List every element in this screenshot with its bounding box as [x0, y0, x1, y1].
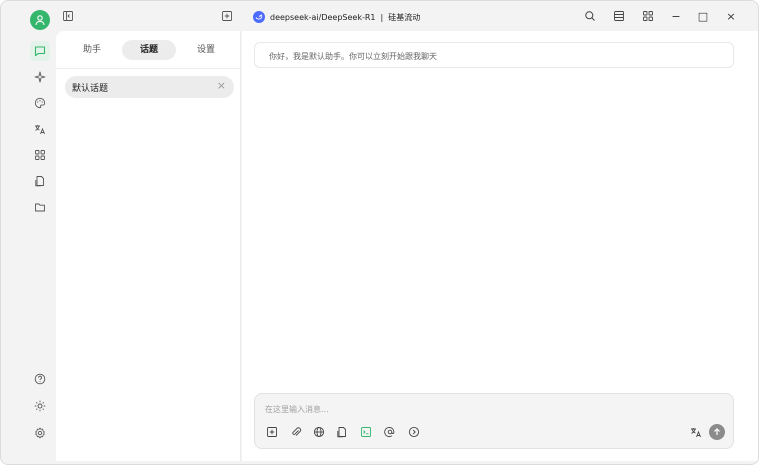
tab-settings[interactable]: 设置	[188, 40, 224, 60]
translate-nav-button[interactable]	[30, 119, 50, 139]
help-icon	[34, 373, 46, 385]
apps-grid-icon	[35, 150, 45, 160]
apps-nav-button[interactable]	[30, 145, 50, 165]
chat-bubble-icon	[34, 46, 46, 57]
at-sign-icon	[384, 426, 395, 438]
user-icon	[35, 15, 45, 26]
mention-model-button[interactable]	[383, 425, 397, 439]
mini-apps-button[interactable]	[641, 9, 655, 23]
message-input[interactable]	[265, 402, 705, 416]
topic-label: 默认话题	[72, 84, 109, 94]
greeting-text: 你好，我是默认助手。你可以立刻开始跟我聊天	[269, 52, 437, 61]
model-name: deepseek-ai/DeepSeek-R1	[270, 12, 376, 22]
message-composer	[254, 393, 734, 449]
toggle-sidebar-button[interactable]	[61, 9, 75, 23]
palette-icon	[34, 97, 46, 109]
files-icon	[35, 176, 44, 187]
new-topic-tool-button[interactable]	[265, 425, 279, 439]
app-window: deepseek-ai/DeepSeek-R1 | 硅基流动 − □ × 助手 …	[0, 0, 759, 465]
model-selector[interactable]: deepseek-ai/DeepSeek-R1 | 硅基流动	[253, 10, 420, 24]
minimize-button[interactable]: −	[669, 9, 683, 23]
help-button[interactable]	[30, 369, 50, 389]
model-provider: 硅基流动	[388, 12, 421, 22]
prompt-button[interactable]	[359, 425, 373, 439]
sidebar-panel: 助手 话题 设置 默认话题 ×	[56, 31, 241, 461]
new-topic-button[interactable]	[220, 9, 234, 23]
layout-button[interactable]	[612, 9, 626, 23]
gear-icon	[35, 427, 45, 439]
brightness-icon	[34, 400, 46, 412]
translate-input-button[interactable]	[689, 425, 703, 439]
send-button[interactable]	[709, 424, 725, 440]
attach-button[interactable]	[289, 425, 303, 439]
files-icon	[337, 427, 346, 438]
left-rail	[1, 1, 53, 464]
layout-icon	[614, 11, 624, 21]
globe-icon	[313, 426, 325, 438]
folder-icon	[35, 203, 45, 212]
close-window-button[interactable]: ×	[724, 9, 738, 23]
translate-icon	[35, 125, 45, 135]
new-topic-icon	[222, 11, 232, 21]
new-topic-icon	[267, 427, 277, 437]
chat-nav-button[interactable]	[30, 41, 50, 61]
files-nav-button[interactable]	[30, 171, 50, 191]
topic-item[interactable]: 默认话题 ×	[65, 76, 234, 98]
sparkle-icon	[34, 71, 46, 83]
translate-icon	[691, 428, 701, 438]
paintings-nav-button[interactable]	[30, 93, 50, 113]
search-button[interactable]	[583, 9, 597, 23]
tab-assistants[interactable]: 助手	[74, 40, 110, 60]
sidebar-toggle-icon	[63, 11, 73, 21]
search-icon	[585, 11, 595, 21]
chat-area: 你好，我是默认助手。你可以立刻开始跟我聊天	[242, 31, 758, 461]
chevron-right-icon	[408, 426, 420, 438]
tab-topics[interactable]: 话题	[122, 40, 176, 60]
web-search-button[interactable]	[312, 425, 326, 439]
deepseek-logo-icon	[253, 11, 265, 23]
sidebar-tabs: 助手 话题 设置	[56, 31, 241, 69]
paperclip-icon	[292, 427, 302, 436]
title-bar: deepseek-ai/DeepSeek-R1 | 硅基流动 − □ ×	[56, 1, 758, 31]
maximize-button[interactable]: □	[696, 9, 710, 23]
assistant-greeting: 你好，我是默认助手。你可以立刻开始跟我聊天	[254, 42, 734, 68]
folder-nav-button[interactable]	[30, 197, 50, 217]
model-separator: |	[380, 12, 384, 22]
terminal-icon	[361, 427, 371, 437]
apps-grid-icon	[643, 11, 653, 21]
knowledge-base-button[interactable]	[335, 425, 349, 439]
agents-nav-button[interactable]	[30, 67, 50, 87]
arrow-up-icon	[714, 428, 720, 435]
user-avatar[interactable]	[30, 10, 50, 30]
settings-button[interactable]	[30, 423, 50, 443]
more-tools-button[interactable]	[407, 425, 421, 439]
close-icon[interactable]: ×	[217, 79, 226, 92]
theme-toggle-button[interactable]	[30, 396, 50, 416]
